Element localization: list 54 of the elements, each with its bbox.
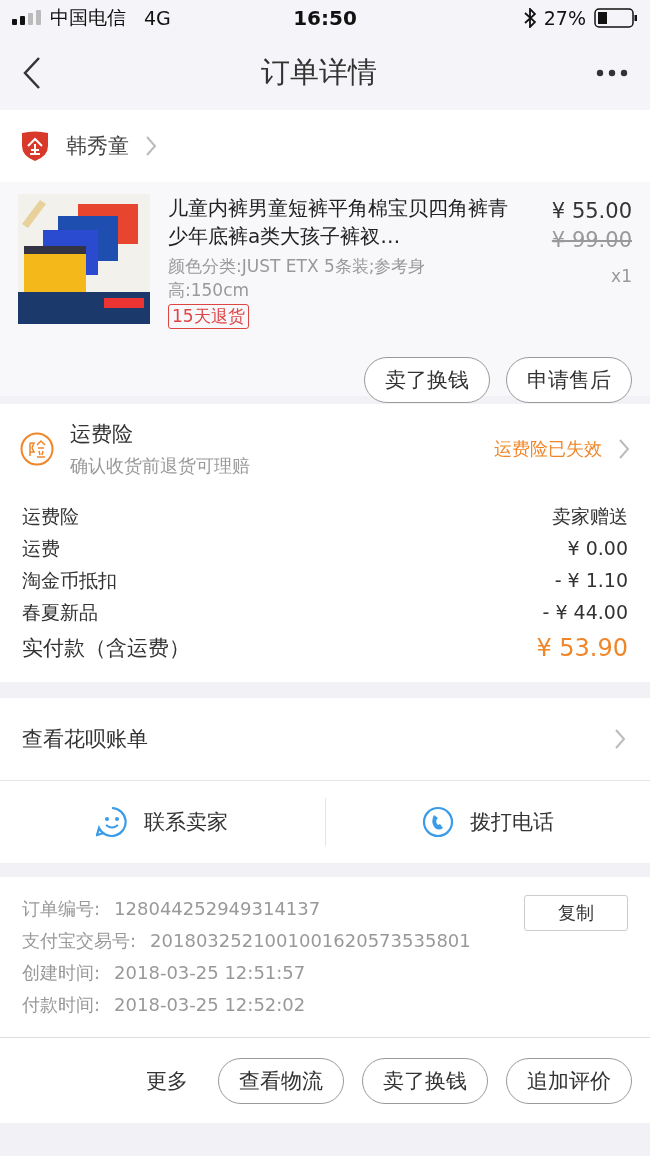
action-button[interactable]: 查看物流 (218, 1057, 344, 1104)
product-spec: 颜色分类:JUST ETX 5条装;参考身高:150cm (168, 255, 427, 302)
insurance-subtitle: 确认收货前退货可理赔 (70, 454, 251, 478)
action-button[interactable]: 申请售后 (506, 357, 632, 403)
phone-icon (421, 806, 454, 838)
product-title[interactable]: 儿童内裤男童短裤平角棉宝贝四角裤青少年底裤a类大孩子裤衩… (168, 194, 508, 250)
fee-value: 卖家赠送 (552, 504, 628, 529)
fee-value: - ¥ 44.00 (542, 600, 628, 625)
page-title: 订单详情 (260, 54, 378, 91)
smiley-icon (96, 806, 129, 838)
fee-label: 运费 (22, 536, 60, 561)
fee-value: ¥ 0.00 (567, 536, 628, 561)
action-button[interactable]: 追加评价 (506, 1057, 632, 1104)
fee-label: 运费险 (22, 504, 79, 529)
info-value: 2018032521001001620573535801 (150, 930, 471, 951)
network-text: 4G (144, 7, 171, 29)
chevron-right-icon (145, 135, 157, 157)
fee-value: ¥ 53.90 (536, 633, 628, 664)
battery-icon (594, 8, 638, 28)
clock-text: 16:50 (293, 6, 357, 30)
action-button[interactable]: 卖了换钱 (362, 1057, 488, 1104)
fee-label: 实付款（含运费） (22, 635, 190, 662)
shield-icon (20, 130, 50, 162)
info-value: 2018-03-25 12:52:02 (114, 994, 306, 1015)
info-label: 订单编号: (22, 898, 101, 919)
action-button[interactable]: 卖了换钱 (364, 357, 490, 403)
contact-button[interactable]: 拨打电话 (469, 808, 554, 836)
chevron-right-icon (614, 728, 626, 750)
battery-text: 27% (543, 7, 586, 29)
chevron-right-icon (618, 438, 630, 460)
info-label: 创建时间: (22, 962, 101, 983)
info-value: 2018-03-25 12:51:57 (114, 962, 306, 983)
return-tag: 15天退货 (168, 304, 249, 329)
info-label: 付款时间: (22, 994, 101, 1015)
insurance-icon (20, 432, 54, 466)
back-icon[interactable] (22, 56, 42, 90)
copy-button[interactable]: 复制 (524, 895, 628, 931)
insurance-title: 运费险 (70, 421, 134, 448)
fee-label: 淘金币抵扣 (22, 568, 117, 593)
info-value: 128044252949314137 (114, 898, 321, 919)
fee-value: - ¥ 1.10 (554, 568, 628, 593)
contact-button[interactable]: 联系卖家 (144, 808, 229, 836)
price: ¥ 55.00 (551, 198, 632, 225)
huabei-link[interactable]: 查看花呗账单 (22, 725, 148, 753)
carrier-text: 中国电信 (50, 5, 126, 30)
quantity: x1 (611, 266, 632, 286)
signal-icon (12, 10, 42, 26)
original-price: ¥ 99.00 (551, 228, 632, 252)
shop-name[interactable]: 韩秀童 (66, 132, 129, 160)
info-label: 支付宝交易号: (22, 930, 137, 951)
fee-label: 春夏新品 (22, 600, 98, 625)
more-icon[interactable] (596, 69, 628, 77)
bluetooth-icon (523, 8, 536, 28)
more-link[interactable]: 更多 (146, 1066, 188, 1095)
